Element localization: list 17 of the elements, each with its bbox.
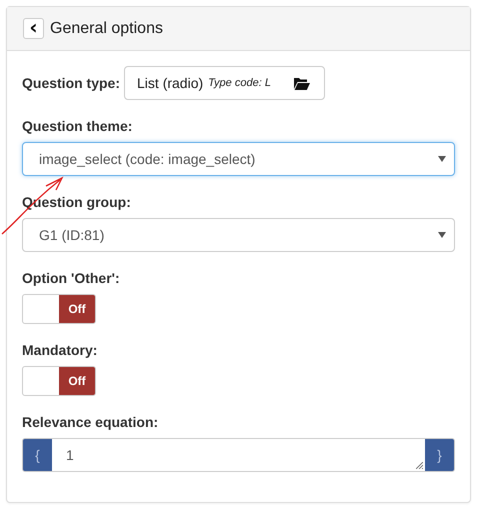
toggle-switch[interactable]: Off bbox=[22, 294, 96, 324]
field-label: Relevance equation: bbox=[22, 414, 160, 430]
caret-icon bbox=[438, 232, 446, 238]
question-type-button[interactable]: List (radio) Type code: L bbox=[124, 66, 325, 100]
field-label: Question type: bbox=[22, 75, 120, 91]
folder-icon bbox=[294, 76, 310, 90]
caret-icon bbox=[438, 156, 446, 162]
toggle-switch[interactable]: Off bbox=[22, 366, 96, 396]
back-button[interactable]: ‹ bbox=[23, 18, 44, 39]
dropdown-select[interactable]: G1 (ID:81) bbox=[22, 218, 455, 252]
panel-title: General options bbox=[50, 20, 163, 38]
dropdown-select[interactable]: image_select (code: image_select) bbox=[22, 142, 455, 176]
resize-grip-icon bbox=[416, 462, 423, 469]
equation-field[interactable]: { 1 } bbox=[22, 438, 455, 472]
field-label: Option 'Other': bbox=[22, 270, 121, 286]
field-label: Mandatory: bbox=[22, 342, 98, 358]
field-label: Question theme: bbox=[22, 118, 134, 134]
